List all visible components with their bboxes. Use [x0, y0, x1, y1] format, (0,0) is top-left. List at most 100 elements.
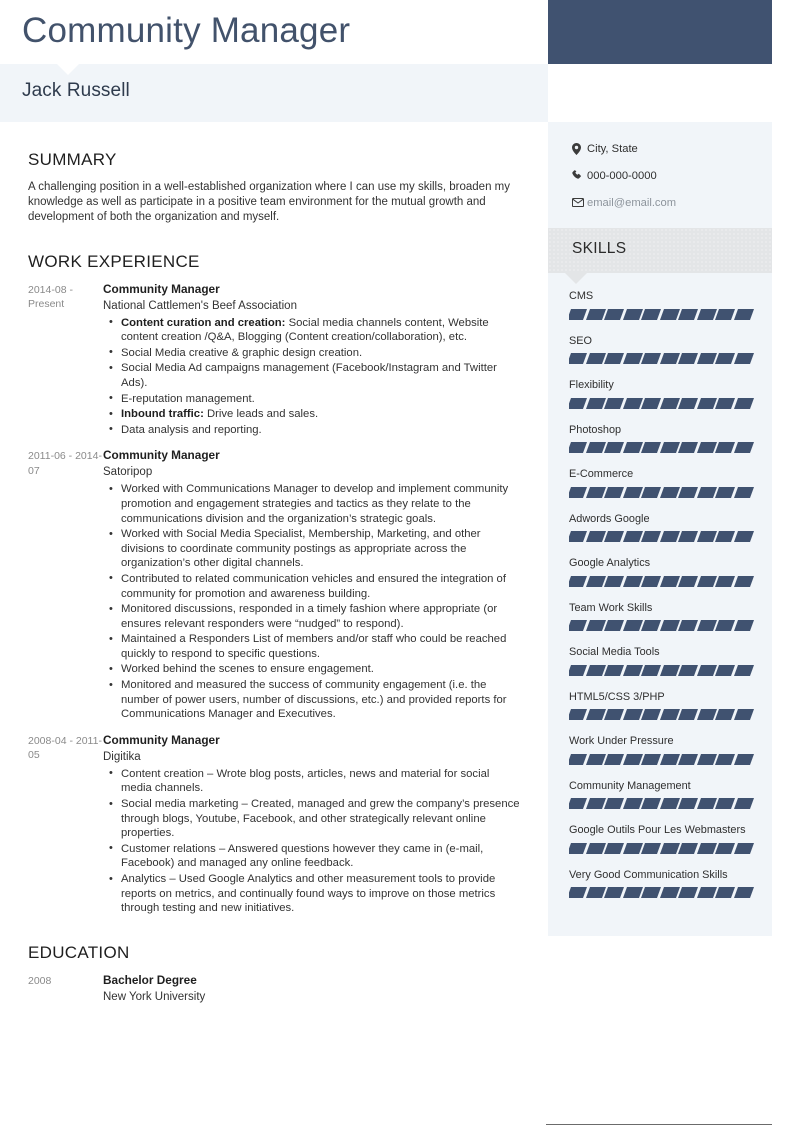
experience-bullet: Data analysis and reporting.	[109, 422, 520, 438]
skills-list: CMS SEO Flexibility Photoshop E-Commerce Adwo…	[548, 273, 772, 936]
skill-rating-segment	[622, 887, 643, 898]
skill-rating-segment	[733, 575, 754, 587]
skill-rating-segment	[640, 397, 661, 409]
skill-label: Community Management	[569, 779, 691, 792]
experience-bullet: Monitored discussions, responded in a ti…	[109, 602, 520, 631]
skill-rating-segment	[733, 887, 754, 898]
experience-body: Community Manager Satoripop Worked with Co…	[103, 448, 520, 723]
experience-bullet-list: Content curation and creation: Social me…	[103, 315, 520, 438]
skill-rating-segment	[640, 531, 661, 542]
education-body: Bachelor Degree New York University	[103, 973, 520, 1005]
skill-label: CMS	[569, 290, 594, 302]
skill-item: E-Commerce	[548, 467, 772, 498]
skill-item: SEO	[548, 334, 772, 364]
footer-divider	[546, 1124, 772, 1125]
contact-row[interactable]: email@email.com	[548, 189, 772, 216]
education-dates: 2008	[28, 974, 52, 987]
skill-rating-segment	[622, 397, 643, 409]
skill-rating-segment	[714, 753, 735, 765]
skill-rating-segment	[569, 887, 587, 898]
skill-rating-segment	[714, 353, 735, 364]
skill-rating-segment	[603, 486, 624, 498]
skill-rating-segment	[696, 575, 717, 587]
skill-item: Photoshop	[548, 423, 772, 453]
skill-rating-segment	[585, 531, 606, 542]
skill-rating-segment	[659, 798, 680, 809]
skill-rating-segment	[622, 575, 643, 587]
skill-rating-segment	[622, 442, 643, 453]
skill-rating-segment	[733, 753, 754, 765]
skill-rating-segment	[640, 798, 661, 809]
skill-rating-segment	[659, 575, 680, 587]
skill-item: Work Under Pressure	[548, 734, 772, 765]
skill-rating-segment	[622, 842, 643, 854]
skill-rating-segment	[569, 353, 587, 364]
skill-rating-segment	[603, 353, 624, 364]
experience-bullet: Inbound traffic: Drive leads and sales.	[109, 407, 520, 422]
phone-icon	[572, 170, 587, 181]
contact-row[interactable]: City, State	[548, 135, 772, 162]
skill-rating-segment	[696, 664, 717, 676]
skill-rating-segment	[659, 353, 680, 364]
skill-label: HTML5/CSS 3/PHP	[569, 690, 665, 703]
skill-rating-segment	[622, 620, 643, 631]
skill-rating-segment	[585, 353, 606, 364]
skill-rating-segment	[714, 664, 735, 676]
skill-rating-bar	[569, 353, 754, 364]
skill-label: Very Good Communication Skills	[569, 868, 728, 881]
experience-company: Digitika	[103, 750, 141, 763]
name-band: Jack Russell	[0, 64, 548, 122]
skill-rating-segment	[733, 308, 754, 320]
skill-rating-segment	[603, 308, 624, 320]
skills-heading: SKILLS	[572, 240, 627, 257]
skill-rating-bar	[569, 486, 754, 498]
skill-rating-segment	[569, 442, 587, 453]
skill-rating-segment	[569, 753, 587, 765]
skill-rating-segment	[733, 620, 754, 631]
experience-bullet: Analytics – Used Google Analytics and ot…	[109, 872, 520, 916]
education-school: New York University	[103, 990, 206, 1003]
skill-rating-segment	[696, 308, 717, 320]
skill-item: Flexibility	[548, 378, 772, 409]
skill-rating-segment	[677, 353, 698, 364]
skill-rating-bar	[569, 664, 754, 676]
education-list: 2008 Bachelor Degree New York University	[28, 973, 520, 1005]
skill-rating-segment	[696, 753, 717, 765]
skill-rating-segment	[622, 531, 643, 542]
skill-rating-segment	[696, 397, 717, 409]
skill-rating-bar	[569, 531, 754, 542]
skill-rating-segment	[640, 486, 661, 498]
skill-rating-segment	[569, 798, 587, 809]
skill-rating-segment	[659, 753, 680, 765]
skill-item: Adwords Google	[548, 512, 772, 542]
skill-rating-segment	[585, 798, 606, 809]
education-degree: Bachelor Degree	[103, 972, 197, 987]
skill-rating-segment	[659, 887, 680, 898]
skill-rating-segment	[585, 308, 606, 320]
education-item: 2008 Bachelor Degree New York University	[28, 973, 520, 1005]
skill-item: Team Work Skills	[548, 601, 772, 631]
skill-rating-segment	[622, 753, 643, 765]
contact-row[interactable]: 000-000-0000	[548, 162, 772, 189]
experience-bullet: Maintained a Responders List of members …	[109, 632, 520, 661]
skill-label: Adwords Google	[569, 512, 650, 525]
experience-dates: 2014-08 - Present	[28, 283, 73, 311]
skill-rating-segment	[677, 575, 698, 587]
skill-rating-segment	[714, 308, 735, 320]
skill-rating-segment	[585, 397, 606, 409]
skill-rating-segment	[659, 842, 680, 854]
skill-rating-segment	[659, 620, 680, 631]
skill-rating-bar	[569, 308, 754, 320]
work-experience-list: 2014-08 - Present Community Manager Nation…	[28, 282, 520, 917]
skill-rating-segment	[622, 664, 643, 676]
experience-dates: 2008-04 - 2011-05	[28, 734, 102, 762]
skill-item: Google Outils Pour Les Webmasters	[548, 823, 772, 854]
skill-rating-segment	[696, 798, 717, 809]
skill-rating-segment	[640, 442, 661, 453]
skill-rating-bar	[569, 397, 754, 409]
skill-rating-segment	[603, 753, 624, 765]
skill-rating-segment	[640, 620, 661, 631]
experience-company: National Cattlemen's Beef Association	[103, 299, 297, 312]
summary-heading: SUMMARY	[28, 150, 117, 169]
contact-text: 000-000-0000	[587, 169, 657, 182]
